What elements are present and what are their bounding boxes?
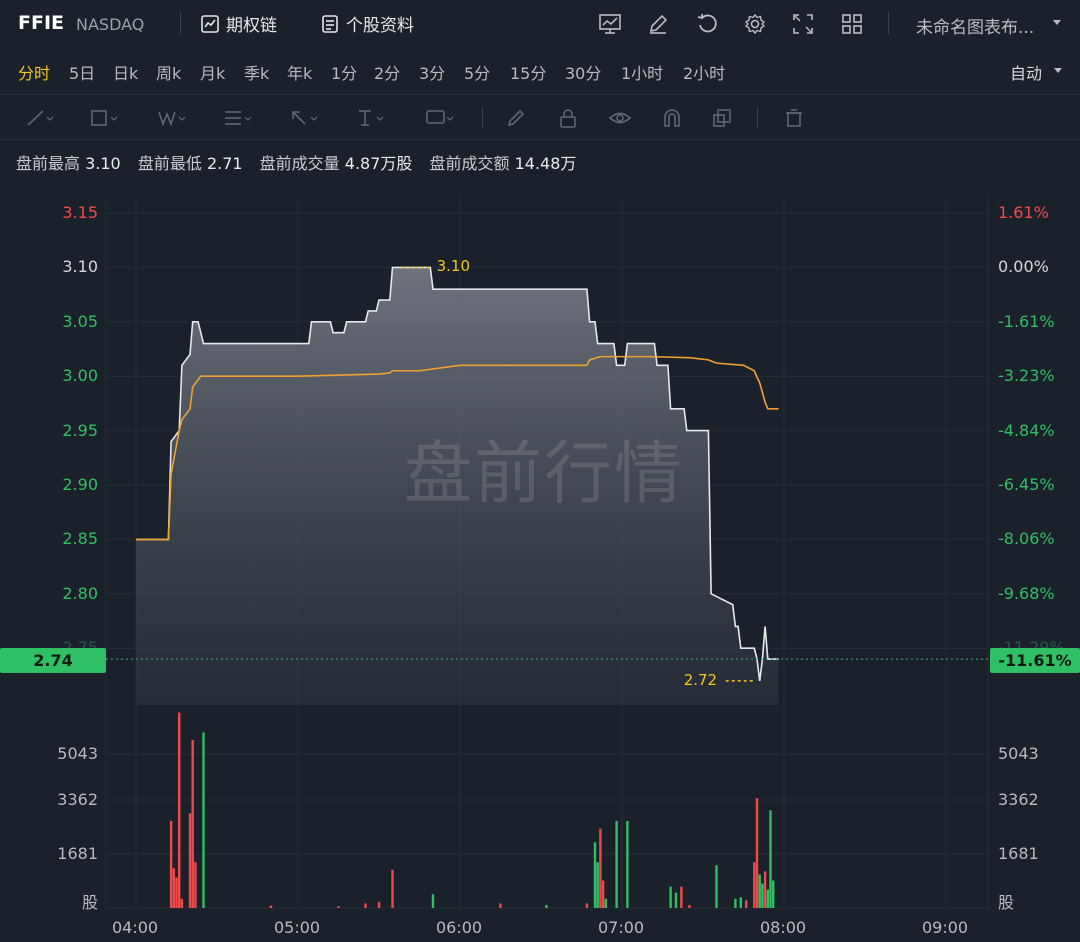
percent-tick: 0.00% xyxy=(998,257,1049,277)
volume-bar xyxy=(739,897,742,908)
volume-bar xyxy=(745,900,748,908)
volume-bar xyxy=(337,906,340,908)
volume-bar xyxy=(202,732,205,908)
volume-bar xyxy=(169,820,173,908)
volume-bar xyxy=(669,886,672,908)
volume-tick: 1681 xyxy=(57,844,98,863)
volume-bar xyxy=(772,880,775,908)
volume-bar xyxy=(188,813,192,908)
volume-bar xyxy=(615,820,618,908)
volume-bar xyxy=(753,862,756,908)
last-price-tag: 2.74 xyxy=(0,648,106,673)
volume-bar xyxy=(593,842,597,908)
volume-bar xyxy=(715,865,718,908)
volume-bar xyxy=(763,871,767,908)
time-tick: 06:00 xyxy=(436,918,483,937)
price-tick: 3.00 xyxy=(62,366,98,386)
percent-tick: -4.84% xyxy=(998,420,1055,440)
price-tick: 2.80 xyxy=(62,583,98,603)
volume-bar xyxy=(680,886,683,908)
volume-bar xyxy=(599,828,602,908)
volume-bar xyxy=(585,903,589,908)
volume-bar xyxy=(172,868,175,908)
volume-tick: 1681 xyxy=(998,844,1039,863)
volume-bar xyxy=(596,862,599,908)
volume-bar xyxy=(758,874,761,908)
percent-tick: 1.61% xyxy=(998,203,1049,222)
time-tick: 04:00 xyxy=(112,918,159,937)
percent-tick: -9.68% xyxy=(998,583,1055,603)
price-tick: 3.05 xyxy=(62,311,98,331)
volume-bar xyxy=(180,898,184,908)
volume-bar xyxy=(194,862,197,908)
volume-tick: 5043 xyxy=(57,744,98,763)
volume-bar xyxy=(626,820,629,908)
price-tick: 2.90 xyxy=(62,475,98,494)
volume-bar xyxy=(191,740,194,908)
volume-bar xyxy=(545,904,548,908)
last-percent-tag: -11.61% xyxy=(990,648,1080,673)
high-marker-label: 3.10 xyxy=(436,257,470,276)
volume-tick: 3362 xyxy=(57,790,98,809)
time-tick: 08:00 xyxy=(760,918,807,937)
volume-unit-label: 股 xyxy=(998,893,1015,912)
volume-bar xyxy=(431,894,435,908)
volume-bar xyxy=(269,905,273,908)
percent-tick: -6.45% xyxy=(998,475,1055,494)
volume-bar xyxy=(499,903,502,908)
time-tick: 09:00 xyxy=(922,918,969,937)
volume-bar xyxy=(601,880,605,908)
percent-tick: -8.06% xyxy=(998,529,1055,549)
volume-tick: 3362 xyxy=(998,790,1039,809)
volume-bars xyxy=(169,712,775,908)
volume-bar xyxy=(761,883,764,908)
volume-bar xyxy=(391,869,394,908)
volume-bar xyxy=(364,903,367,908)
volume-bar xyxy=(734,898,737,908)
volume-bar xyxy=(377,901,381,908)
percent-tick: -3.23% xyxy=(998,366,1055,386)
volume-bar xyxy=(175,877,178,908)
volume-bar xyxy=(688,904,691,908)
volume-bar xyxy=(766,889,769,908)
price-tick: 3.10 xyxy=(62,257,98,277)
volume-bar xyxy=(674,892,678,908)
price-tick: 2.85 xyxy=(62,529,98,549)
volume-bar xyxy=(755,798,759,908)
price-tick: 2.95 xyxy=(62,420,98,440)
percent-tick: -1.61% xyxy=(998,311,1055,331)
time-tick: 05:00 xyxy=(274,918,321,937)
volume-bar xyxy=(178,712,181,908)
volume-unit-label: 股 xyxy=(81,893,98,912)
time-tick: 07:00 xyxy=(598,918,645,937)
low-marker-label: 2.72 xyxy=(683,670,718,689)
volume-tick: 5043 xyxy=(998,744,1039,763)
price-tick: 3.15 xyxy=(62,203,98,222)
volume-bar xyxy=(769,810,772,908)
volume-bar xyxy=(604,898,607,908)
watermark: 盘前行情 xyxy=(404,435,685,514)
